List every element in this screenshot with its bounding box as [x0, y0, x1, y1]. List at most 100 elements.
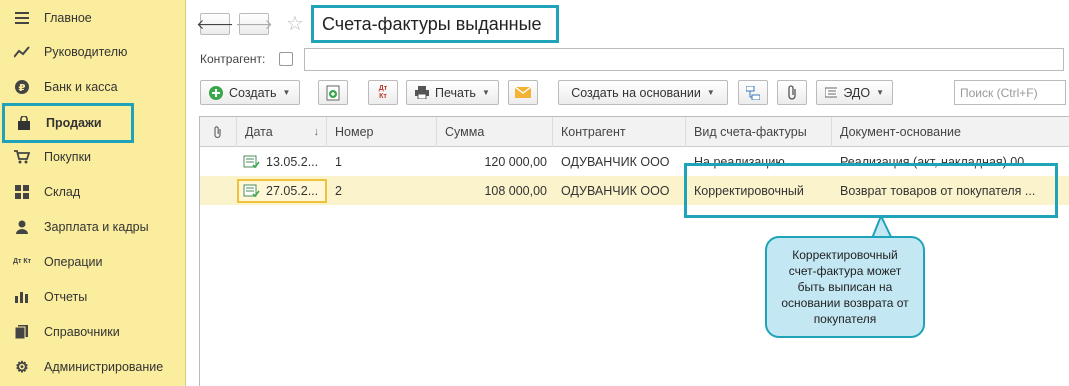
- email-button[interactable]: [508, 80, 538, 105]
- date-value: 27.05.2...: [266, 183, 319, 198]
- page-title-text: Счета-фактуры выданные: [322, 13, 542, 34]
- dtkt-label: Дт Кт: [12, 258, 32, 265]
- column-header-label: Контрагент: [561, 125, 626, 139]
- sidebar-item-salary[interactable]: Зарплата и кадры: [0, 209, 186, 244]
- dtkt-icon: Дт Кт: [12, 254, 32, 270]
- caret-down-icon: ▼: [481, 88, 490, 97]
- column-header-date[interactable]: Дата ↓: [237, 117, 327, 147]
- filter-label: Контрагент:: [200, 52, 266, 66]
- sidebar-item-admin[interactable]: ⚙ Администрирование: [0, 349, 186, 384]
- paperclip-icon: [788, 85, 796, 100]
- column-header-label: Документ-основание: [840, 125, 961, 139]
- column-header-kind[interactable]: Вид счета-фактуры: [686, 117, 832, 147]
- sidebar-item-label: Покупки: [44, 149, 92, 164]
- main-panel: 🡐 🡒 ☆ Счета-фактуры выданные Контрагент:…: [187, 0, 1069, 386]
- page-title: Счета-фактуры выданные: [311, 5, 559, 43]
- sidebar-item-label: Справочники: [44, 324, 120, 339]
- column-header-sum[interactable]: Сумма: [437, 117, 553, 147]
- sidebar-item-manager[interactable]: Руководителю: [0, 34, 186, 69]
- sum-cell: 108 000,00: [484, 183, 547, 198]
- column-header-label: Сумма: [445, 125, 485, 139]
- forward-button[interactable]: 🡒: [235, 13, 273, 35]
- counterparty-cell: ОДУВАНЧИК ООО: [561, 183, 670, 198]
- counterparty-filter-input[interactable]: [304, 48, 1064, 71]
- structure-button[interactable]: [738, 80, 768, 105]
- column-header-basis[interactable]: Документ-основание: [832, 117, 1069, 147]
- chart-icon: [12, 289, 32, 305]
- bag-icon: [14, 115, 34, 131]
- sidebar-item-main[interactable]: Главное: [0, 0, 186, 35]
- dtkt-icon: Дт Кт: [378, 84, 388, 100]
- create-label: Создать: [229, 85, 277, 100]
- print-button[interactable]: Печать ▼: [406, 80, 499, 105]
- postings-button[interactable]: Дт Кт: [368, 80, 398, 105]
- caret-down-icon: ▼: [282, 88, 291, 97]
- sort-desc-icon: ↓: [313, 126, 320, 138]
- callout-note: Корректировочный счет-фактура может быть…: [765, 236, 925, 338]
- sidebar-item-label: Отчеты: [44, 289, 88, 304]
- sidebar-item-catalogs[interactable]: Справочники: [0, 314, 186, 349]
- print-label: Печать: [435, 85, 476, 100]
- edo-button[interactable]: ЭДО ▼: [816, 80, 893, 105]
- search-placeholder: Поиск (Ctrl+F): [960, 85, 1038, 100]
- svg-text:₽: ₽: [19, 83, 26, 94]
- table-header: Дата ↓ Номер Сумма Контрагент Вид счета-…: [200, 117, 1069, 147]
- column-header-label: Дата: [245, 125, 273, 139]
- invoices-table: Дата ↓ Номер Сумма Контрагент Вид счета-…: [199, 116, 1069, 386]
- sidebar-item-label: Администрирование: [44, 359, 164, 374]
- menu-icon: [12, 10, 32, 26]
- sum-cell: 120 000,00: [484, 154, 547, 169]
- caret-down-icon: ▼: [876, 88, 884, 97]
- sidebar-item-reports[interactable]: Отчеты: [0, 279, 186, 314]
- sidebar-item-purchases[interactable]: Покупки: [0, 139, 186, 174]
- paperclip-icon: [214, 125, 221, 138]
- gear-icon: ⚙: [15, 358, 29, 376]
- filter-checkbox[interactable]: [279, 52, 293, 66]
- number-cell: 2: [335, 183, 342, 198]
- highlight-frame: [684, 163, 1058, 218]
- posted-document-icon: [243, 155, 260, 168]
- search-input[interactable]: Поиск (Ctrl+F): [954, 80, 1066, 105]
- attach-button[interactable]: [777, 80, 807, 105]
- sidebar-item-label: Продажи: [46, 116, 102, 130]
- attachment-column-header[interactable]: [200, 117, 237, 147]
- sidebar-item-bank[interactable]: ₽ Банк и касса: [0, 69, 186, 104]
- sidebar-item-label: Главное: [44, 10, 92, 25]
- back-button[interactable]: 🡐: [196, 13, 234, 35]
- sidebar: Главное Руководителю ₽ Банк и касса Прод…: [0, 0, 186, 386]
- sidebar-item-warehouse[interactable]: Склад: [0, 174, 186, 209]
- copy-button[interactable]: [318, 80, 348, 105]
- column-header-label: Вид счета-фактуры: [694, 125, 807, 139]
- caret-down-icon: ▼: [706, 88, 715, 97]
- ruble-icon: ₽: [12, 79, 32, 95]
- sidebar-item-operations[interactable]: Дт Кт Операции: [0, 244, 186, 279]
- star-icon[interactable]: ☆: [286, 11, 304, 36]
- sidebar-item-label: Руководителю: [44, 44, 128, 59]
- hierarchy-icon: [746, 85, 760, 100]
- book-icon: [12, 324, 32, 340]
- date-cell: 27.05.2...: [237, 176, 327, 205]
- number-cell: 1: [335, 154, 342, 169]
- create-based-label: Создать на основании: [571, 85, 701, 100]
- create-button[interactable]: Создать ▼: [200, 80, 300, 105]
- trend-icon: [12, 44, 32, 60]
- cart-icon: [12, 149, 32, 165]
- counterparty-cell: ОДУВАНЧИК ООО: [561, 154, 670, 169]
- envelope-icon: [515, 87, 531, 98]
- sidebar-item-label: Зарплата и кадры: [44, 219, 149, 234]
- column-header-counterparty[interactable]: Контрагент: [553, 117, 686, 147]
- sidebar-item-label: Операции: [44, 254, 103, 269]
- person-icon: [12, 219, 32, 235]
- column-header-number[interactable]: Номер: [327, 117, 437, 147]
- edo-icon: [825, 87, 838, 98]
- sidebar-item-sales[interactable]: Продажи: [2, 103, 134, 143]
- printer-icon: [415, 86, 429, 99]
- add-document-icon: [326, 85, 340, 100]
- warehouse-icon: [12, 184, 32, 200]
- create-based-button[interactable]: Создать на основании ▼: [558, 80, 728, 105]
- sidebar-item-label: Склад: [44, 184, 81, 199]
- callout-text: Корректировочный счет-фактура может быть…: [781, 247, 909, 327]
- posted-document-icon: [243, 184, 260, 197]
- column-header-label: Номер: [335, 125, 374, 139]
- arrow-left-icon: 🡐: [196, 15, 234, 32]
